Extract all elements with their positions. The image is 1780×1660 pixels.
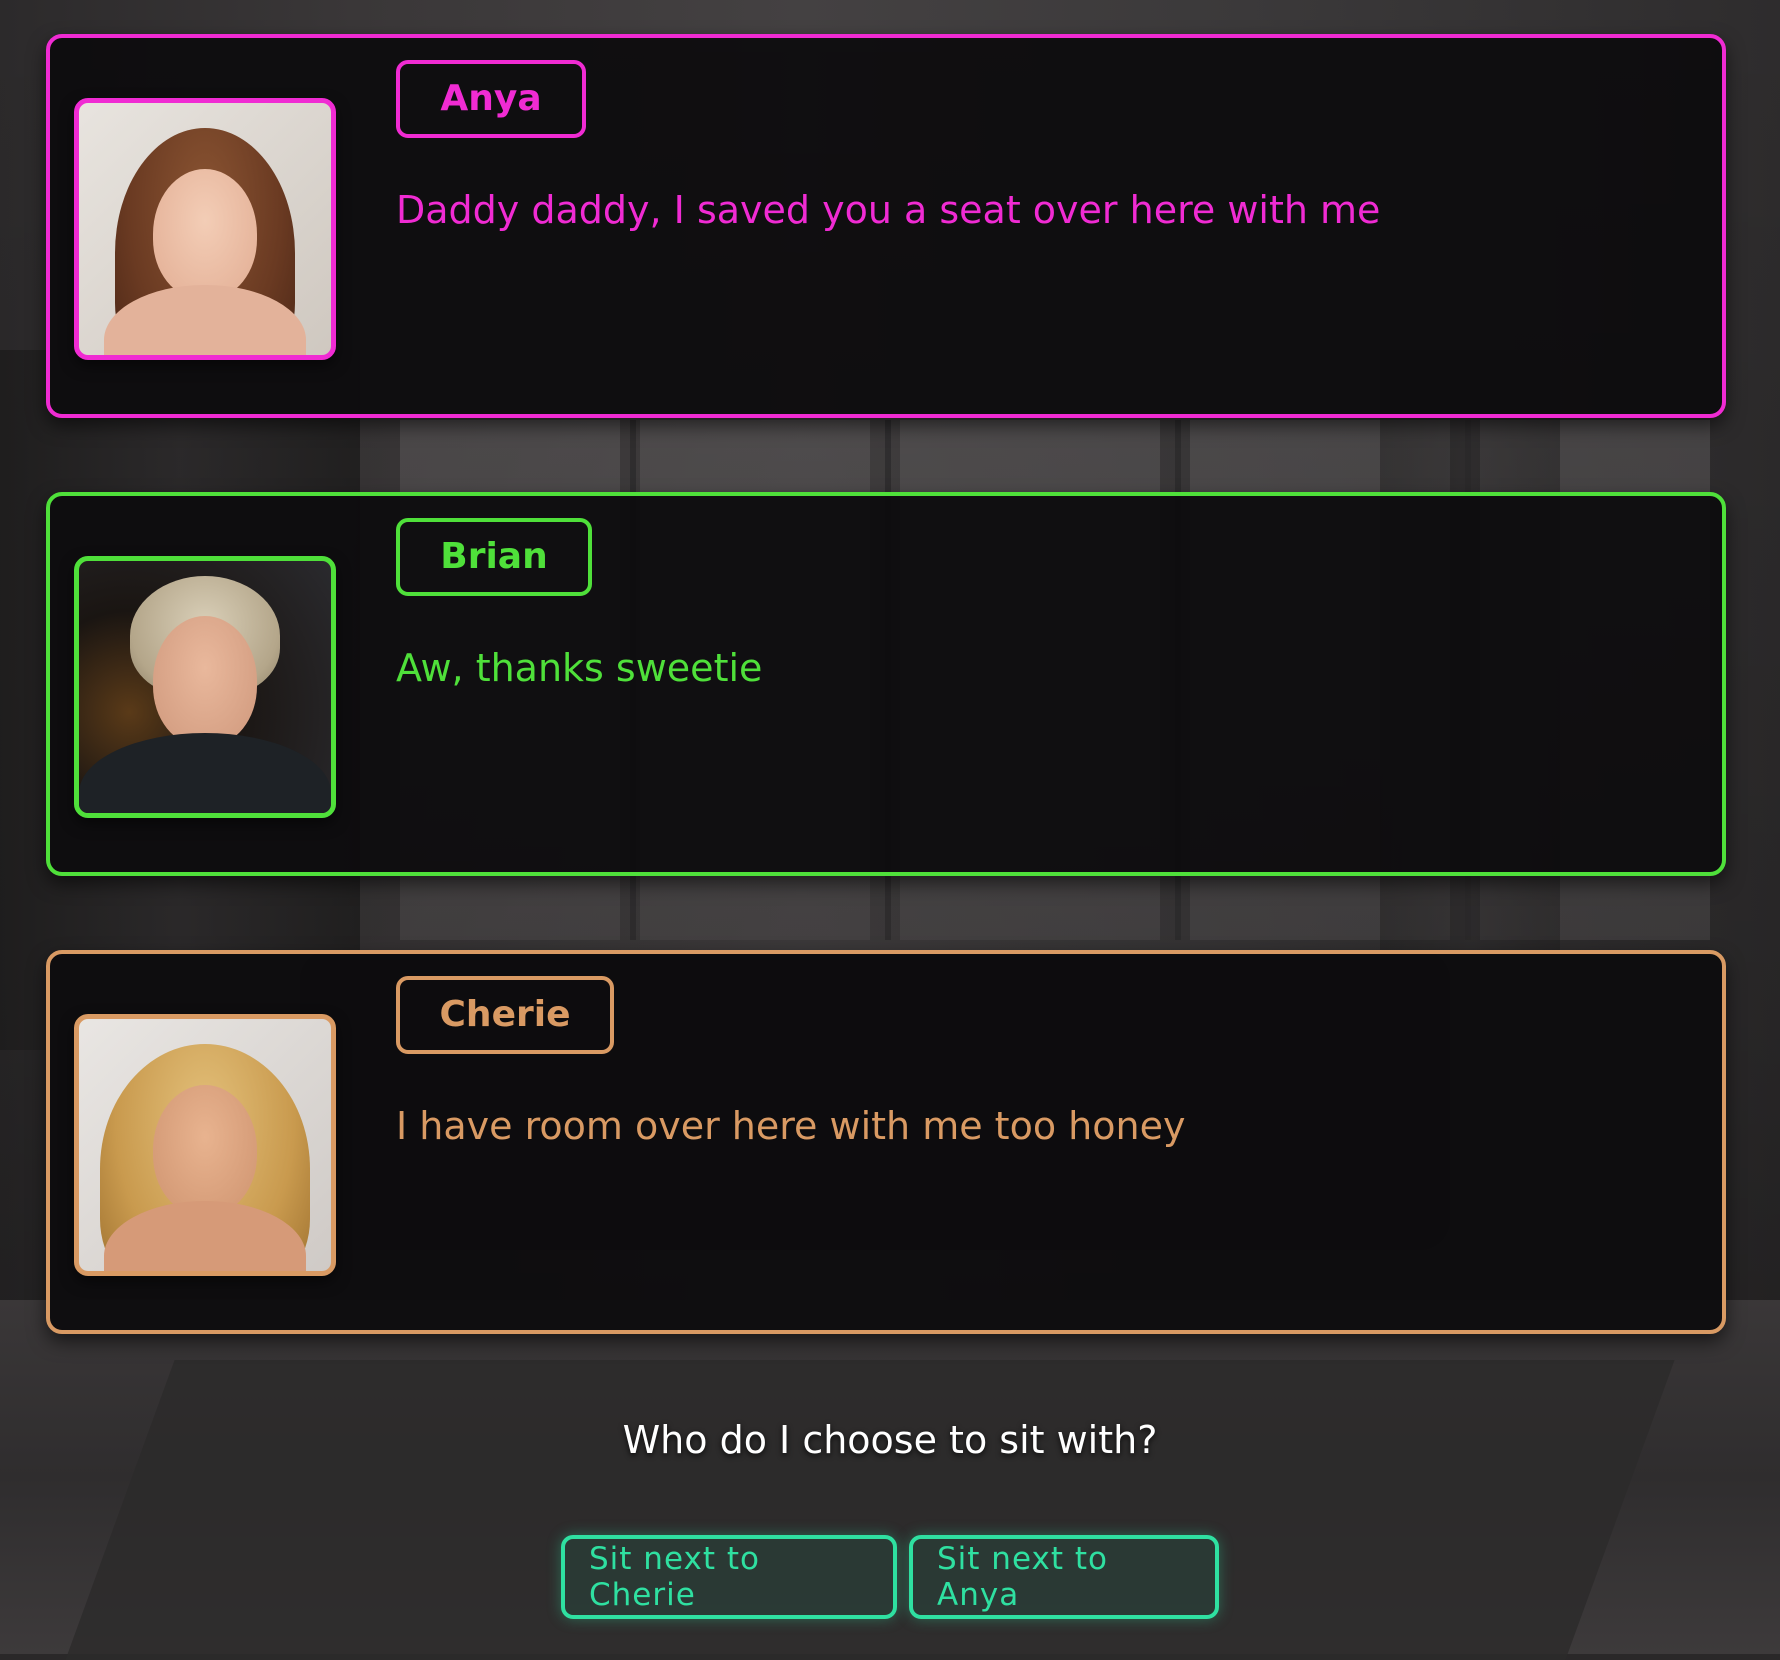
dialogue-card-anya: Anya Daddy daddy, I saved you a seat ove… — [46, 34, 1726, 418]
anya-portrait-face — [153, 168, 257, 299]
dialogue-message: I have room over here with me too honey — [396, 1104, 1186, 1148]
brian-portrait-face — [153, 616, 257, 747]
cherie-portrait-face — [153, 1084, 257, 1215]
anya-portrait — [74, 98, 336, 360]
dialogue-message: Daddy daddy, I saved you a seat over her… — [396, 188, 1381, 232]
brian-portrait-shoulders — [79, 733, 331, 813]
choice-buttons: Sit next to Cherie Sit next to Anya — [0, 1535, 1780, 1619]
speaker-name-tag: Brian — [396, 518, 592, 596]
choice-prompt: Who do I choose to sit with? — [622, 1418, 1158, 1462]
speaker-name-tag: Anya — [396, 60, 586, 138]
sit-next-to-anya-button[interactable]: Sit next to Anya — [909, 1535, 1219, 1619]
sit-next-to-cherie-button[interactable]: Sit next to Cherie — [561, 1535, 897, 1619]
brian-portrait — [74, 556, 336, 818]
cherie-portrait — [74, 1014, 336, 1276]
speaker-name-tag: Cherie — [396, 976, 614, 1054]
dialogue-message: Aw, thanks sweetie — [396, 646, 763, 690]
dialogue-card-brian: Brian Aw, thanks sweetie — [46, 492, 1726, 876]
dialogue-card-cherie: Cherie I have room over here with me too… — [46, 950, 1726, 1334]
